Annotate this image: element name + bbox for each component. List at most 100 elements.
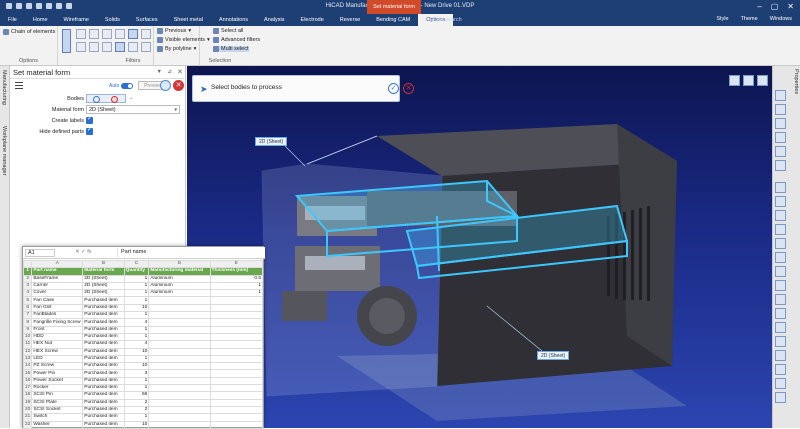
- table-cell[interactable]: Cover: [31, 289, 84, 298]
- table-cell[interactable]: Purchased item: [82, 303, 125, 313]
- tab-wireframe[interactable]: Wireframe: [56, 14, 97, 26]
- menu-icon[interactable]: [15, 82, 23, 89]
- table-cell[interactable]: 66: [123, 391, 150, 400]
- table-cell[interactable]: [148, 369, 211, 378]
- spreadsheet-window[interactable]: A1 ✕ ✓ fx Part name A B C D E 1 Part name Mater…: [22, 246, 265, 429]
- material-callout-bottom[interactable]: 2D (Sheet): [537, 351, 570, 360]
- table-cell[interactable]: 1: [123, 289, 150, 298]
- auto-toggle[interactable]: [121, 83, 133, 89]
- table-cell[interactable]: [148, 311, 211, 320]
- table-cell[interactable]: HDD: [31, 332, 84, 342]
- style-menu[interactable]: Style: [716, 16, 728, 22]
- table-cell[interactable]: Purchased item: [82, 369, 125, 378]
- table-cell[interactable]: 10: [123, 420, 150, 429]
- toolbar-icon-2[interactable]: [775, 104, 786, 115]
- table-cell[interactable]: Purchased item: [82, 296, 125, 305]
- view-settings-icon[interactable]: [743, 75, 754, 86]
- multi-select-button[interactable]: Multi select: [213, 46, 249, 52]
- table-cell[interactable]: 1: [123, 274, 150, 283]
- theme-menu[interactable]: Theme: [741, 16, 758, 22]
- table-cell[interactable]: 10: [123, 347, 150, 356]
- toolbar-icon-8[interactable]: [775, 196, 786, 207]
- formula-input[interactable]: Part name: [117, 249, 261, 257]
- row-number[interactable]: 12: [22, 347, 33, 356]
- row-number[interactable]: 7: [22, 311, 33, 320]
- row-number[interactable]: 15: [22, 369, 33, 378]
- table-cell[interactable]: [209, 311, 264, 320]
- table-cell[interactable]: 4: [123, 318, 150, 327]
- table-cell[interactable]: [209, 354, 264, 364]
- column-letter[interactable]: A: [31, 259, 84, 269]
- visible-elements-button[interactable]: Visible elements ▾: [157, 37, 210, 43]
- gear-filter-icon[interactable]: [128, 42, 138, 52]
- table-cell[interactable]: [148, 296, 211, 305]
- table-cell[interactable]: [209, 332, 264, 342]
- table-cell[interactable]: [148, 398, 211, 407]
- table-cell[interactable]: Fangrille Fixing Screw: [31, 318, 84, 327]
- table-cell[interactable]: Washer: [31, 420, 84, 429]
- table-cell[interactable]: 1: [209, 289, 264, 298]
- table-cell[interactable]: 10: [123, 362, 150, 371]
- column-header[interactable]: Part name: [31, 267, 84, 276]
- row-number[interactable]: 2: [22, 274, 33, 283]
- table-cell[interactable]: [148, 354, 211, 364]
- table-cell[interactable]: 1: [123, 311, 150, 320]
- maximize-icon[interactable]: ▢: [771, 2, 779, 11]
- table-cell[interactable]: Purchased item: [82, 362, 125, 371]
- table-cell[interactable]: HEX Screw: [31, 347, 84, 356]
- row-number[interactable]: 10: [22, 332, 33, 342]
- table-cell[interactable]: [148, 362, 211, 371]
- table-cell[interactable]: FanBlades: [31, 311, 84, 320]
- table-cell[interactable]: SCSI Socket: [31, 405, 84, 415]
- tab-surfaces[interactable]: Surfaces: [128, 14, 166, 26]
- toolbar-icon-18[interactable]: [775, 336, 786, 347]
- solid-filter-icon[interactable]: [115, 29, 125, 39]
- column-letter[interactable]: B: [82, 259, 125, 269]
- table-cell[interactable]: [209, 340, 264, 349]
- table-cell[interactable]: Front: [31, 325, 84, 334]
- pin-icon[interactable]: ⊿: [167, 66, 172, 79]
- table-cell[interactable]: [148, 340, 211, 349]
- table-cell[interactable]: 2D (Sheet): [82, 281, 125, 291]
- table-cell[interactable]: 1: [123, 325, 150, 334]
- table-cell[interactable]: 3: [123, 369, 150, 378]
- table-cell[interactable]: 0.5: [209, 274, 264, 283]
- hide-defined-checkbox[interactable]: [86, 126, 93, 135]
- toolbar-icon-14[interactable]: [775, 280, 786, 291]
- toolbar-icon-5[interactable]: [775, 146, 786, 157]
- tab-electrode[interactable]: Electrode: [293, 14, 332, 26]
- select-bodies-icon[interactable]: [93, 96, 100, 103]
- select-all-button[interactable]: Select all: [213, 28, 243, 34]
- column-letter[interactable]: E: [209, 259, 264, 269]
- row-number[interactable]: 18: [22, 391, 33, 400]
- table-cell[interactable]: [148, 376, 211, 386]
- table-cell[interactable]: [148, 405, 211, 415]
- table-cell[interactable]: 10: [123, 303, 150, 313]
- table-cell[interactable]: Power Socket: [31, 376, 84, 386]
- table-cell[interactable]: [148, 420, 211, 429]
- model-drawing[interactable]: [187, 66, 772, 428]
- toolbar-icon-21[interactable]: [775, 378, 786, 389]
- toolbar-icon-7[interactable]: [775, 182, 786, 193]
- table-cell[interactable]: Purchased item: [82, 325, 125, 334]
- table-cell[interactable]: Aluminium: [148, 274, 211, 283]
- table-cell[interactable]: 1: [123, 376, 150, 386]
- table-cell[interactable]: 1: [123, 296, 150, 305]
- table-cell[interactable]: Purchased item: [82, 347, 125, 356]
- tab-sheet-metal[interactable]: Sheet metal: [166, 14, 211, 26]
- table-cell[interactable]: LED: [31, 354, 84, 364]
- row-number[interactable]: 16: [22, 376, 33, 386]
- toolbar-icon-13[interactable]: [775, 266, 786, 277]
- line-filter-icon[interactable]: [76, 29, 86, 39]
- tab-home[interactable]: Home: [25, 14, 56, 26]
- tab-solids[interactable]: Solids: [97, 14, 128, 26]
- toolbar-icon-11[interactable]: [775, 238, 786, 249]
- create-labels-checkbox[interactable]: [86, 115, 93, 124]
- table-cell[interactable]: 1: [123, 281, 150, 291]
- table-cell[interactable]: BaseFrame: [31, 274, 84, 283]
- table-cell[interactable]: [148, 318, 211, 327]
- table-cell[interactable]: 2D (Sheet): [82, 289, 125, 298]
- table-cell[interactable]: 2D (Sheet): [82, 274, 125, 283]
- table-cell[interactable]: Purchased item: [82, 413, 125, 422]
- table-cell[interactable]: [209, 398, 264, 407]
